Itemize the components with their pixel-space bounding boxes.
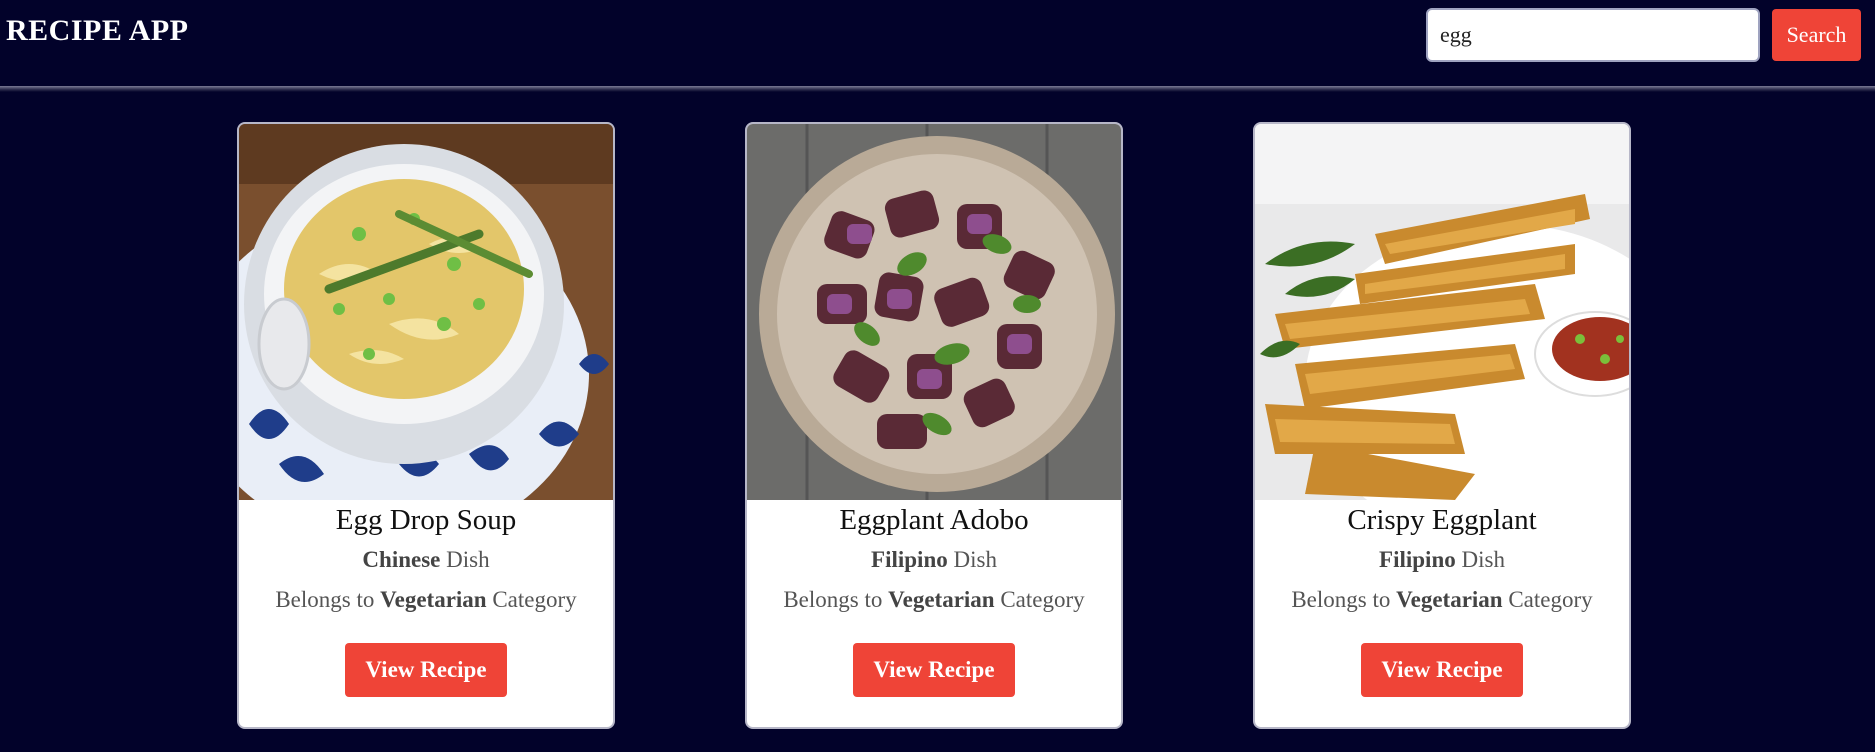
recipe-cuisine: Filipino Dish (1255, 547, 1629, 573)
recipe-image (1255, 124, 1629, 500)
dish-label: Dish (446, 547, 490, 572)
category-name: Vegetarian (888, 587, 995, 612)
category-label: Category (492, 587, 577, 612)
cuisine-name: Filipino (1379, 547, 1456, 572)
dish-label: Dish (953, 547, 997, 572)
recipe-title: Crispy Eggplant (1347, 504, 1537, 536)
recipe-cuisine: Filipino Dish (747, 547, 1121, 573)
cuisine-name: Chinese (362, 547, 441, 572)
search-button[interactable]: Search (1772, 9, 1861, 61)
recipe-title: Egg Drop Soup (335, 504, 517, 536)
category-label: Category (1508, 587, 1593, 612)
header-divider (0, 86, 1875, 92)
cuisine-name: Filipino (871, 547, 948, 572)
category-name: Vegetarian (1396, 587, 1503, 612)
view-recipe-button[interactable]: View Recipe (853, 643, 1015, 697)
view-recipe-button[interactable]: View Recipe (1361, 643, 1523, 697)
category-label: Category (1000, 587, 1085, 612)
recipe-card: Crispy Eggplant Filipino Dish Belongs to… (1253, 122, 1631, 729)
recipe-cuisine: Chinese Dish (239, 547, 613, 573)
recipe-card: Egg Drop Soup Chinese Dish Belongs to Ve… (237, 122, 615, 729)
app-title: RECIPE APP (6, 14, 189, 47)
recipe-category: Belongs to Vegetarian Category (1255, 587, 1629, 613)
belongs-label: Belongs to (783, 587, 883, 612)
dish-label: Dish (1461, 547, 1505, 572)
belongs-label: Belongs to (1291, 587, 1391, 612)
recipe-card: Eggplant Adobo Filipino Dish Belongs to … (745, 122, 1123, 729)
top-bar: RECIPE APP Search (0, 0, 1875, 86)
category-name: Vegetarian (380, 587, 487, 612)
recipe-image (747, 124, 1121, 500)
search-input[interactable] (1426, 8, 1760, 62)
view-recipe-button[interactable]: View Recipe (345, 643, 507, 697)
recipe-category: Belongs to Vegetarian Category (747, 587, 1121, 613)
belongs-label: Belongs to (275, 587, 375, 612)
recipe-title: Eggplant Adobo (839, 504, 1029, 536)
recipe-category: Belongs to Vegetarian Category (239, 587, 613, 613)
recipe-image (239, 124, 613, 500)
